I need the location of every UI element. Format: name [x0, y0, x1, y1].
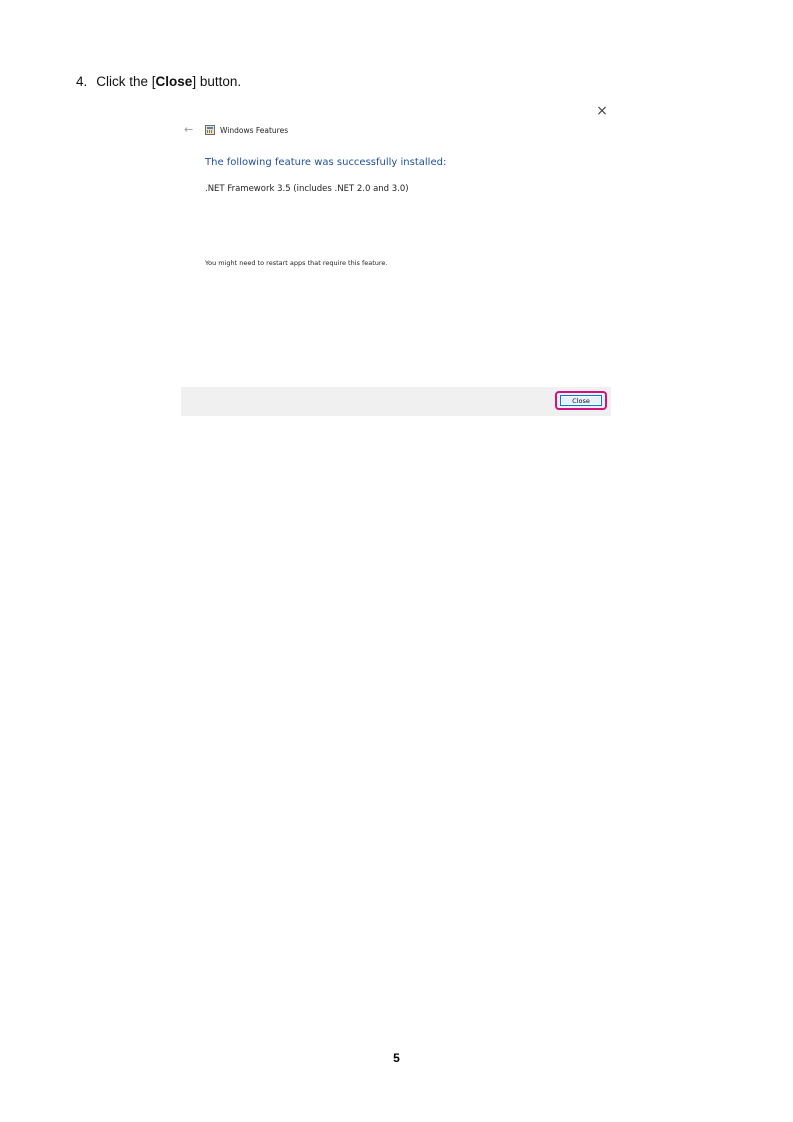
windows-features-icon: [205, 125, 215, 135]
instruction-step: 4. Click the [Close] button.: [76, 74, 241, 89]
installed-feature-name: .NET Framework 3.5 (includes .NET 2.0 an…: [205, 184, 409, 194]
instruction-emphasis: Close: [155, 74, 193, 89]
close-icon[interactable]: ×: [594, 103, 610, 119]
step-number: 4.: [76, 74, 88, 89]
dialog-footer: Close: [181, 387, 611, 416]
page-number: 5: [393, 1051, 400, 1065]
instruction-text-before: Click the [: [96, 74, 156, 89]
success-heading: The following feature was successfully i…: [205, 157, 447, 168]
close-button[interactable]: Close: [560, 395, 602, 406]
window-title: Windows Features: [220, 126, 289, 135]
windows-features-dialog: × ← Windows Features The following featu…: [181, 100, 611, 416]
instruction-text-after: ] button.: [192, 74, 242, 89]
restart-note: You might need to restart apps that requ…: [205, 259, 388, 267]
back-arrow-icon[interactable]: ←: [184, 123, 193, 136]
